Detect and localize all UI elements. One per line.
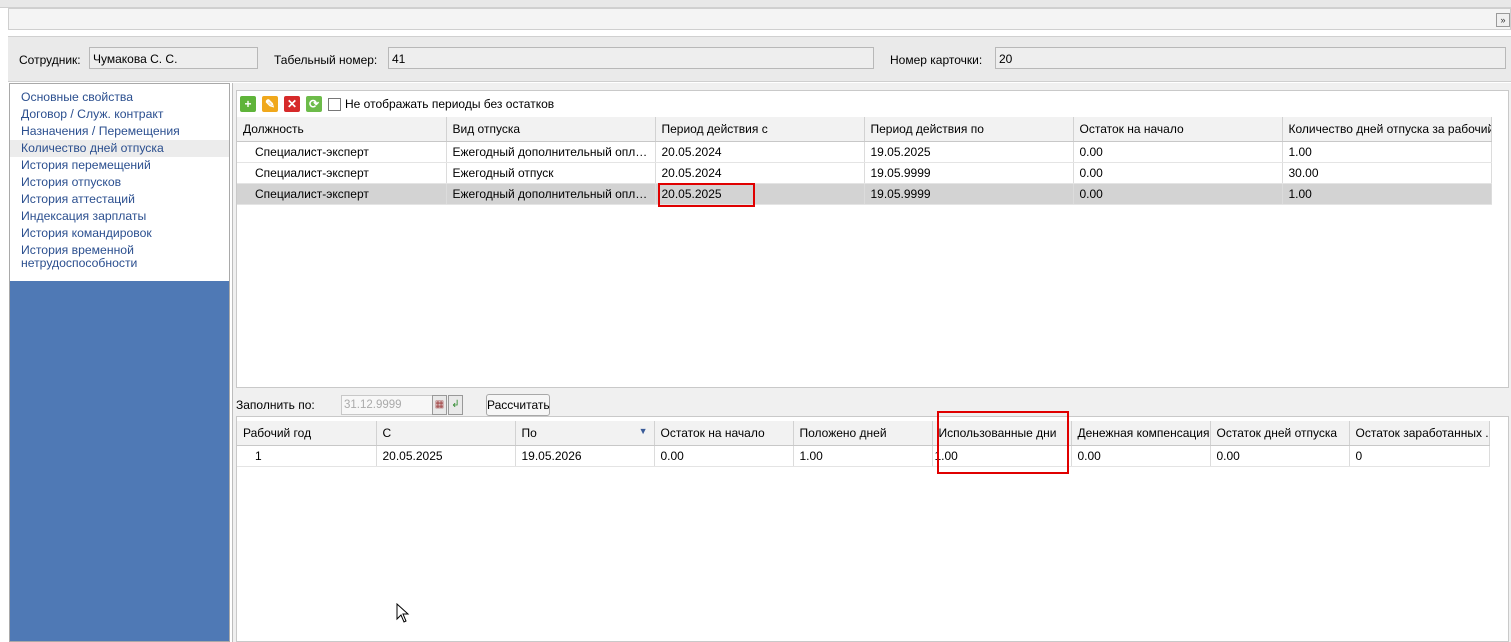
col-position[interactable]: Должность <box>237 117 447 142</box>
window-top-edge <box>0 0 1511 8</box>
top-table-header: Должность Вид отпуска Период действия с … <box>237 117 1492 142</box>
edit-icon[interactable]: ✎ <box>262 96 278 112</box>
cell: 20.05.2025 <box>655 183 865 205</box>
calendar-icon[interactable]: ▦ <box>432 395 447 415</box>
sidebar-item-sick-leave-history[interactable]: История временной нетрудоспособности <box>10 242 160 269</box>
sidebar-item-contract[interactable]: Договор / Служ. контракт <box>10 106 229 123</box>
card-no-field[interactable]: 20 <box>995 47 1506 69</box>
table-row[interactable]: Специалист-эксперт Ежегодный отпуск 20.0… <box>237 162 1492 184</box>
refresh-icon[interactable]: ⟳ <box>306 96 322 112</box>
sidebar-item-salary-indexation[interactable]: Индексация зарплаты <box>10 208 229 225</box>
sidebar-item-business-trips[interactable]: История командировок <box>10 225 229 242</box>
cell: 0.00 <box>654 445 794 467</box>
col-to-label: По <box>521 425 537 440</box>
cell: 20.05.2024 <box>655 162 865 184</box>
main-panel: + ✎ ✕ ⟳ Не отображать периоды без остатк… <box>232 83 1511 642</box>
calendar-apply-icon[interactable]: ↲ <box>448 395 463 415</box>
sidebar-item-vacation-history[interactable]: История отпусков <box>10 174 229 191</box>
mouse-pointer-icon <box>396 603 410 623</box>
col-earned-balance[interactable]: Остаток заработанных ... <box>1349 421 1490 446</box>
grid-toolbar: + ✎ ✕ ⟳ Не отображать периоды без остатк… <box>240 95 554 113</box>
cell: Ежегодный отпуск <box>446 162 656 184</box>
col-to[interactable]: По ▼ <box>515 421 655 446</box>
tab-no-label: Табельный номер: <box>274 53 378 67</box>
table-row[interactable]: 1 20.05.2025 19.05.2026 0.00 1.00 1.00 0… <box>237 445 1490 467</box>
employee-label: Сотрудник: <box>19 53 81 67</box>
fill-label: Заполнить по: <box>236 398 315 412</box>
sidebar-item-main-properties[interactable]: Основные свойства <box>10 89 229 106</box>
cell: 0.00 <box>1071 445 1211 467</box>
col-vacation-type[interactable]: Вид отпуска <box>446 117 656 142</box>
cell: 1.00 <box>793 445 933 467</box>
cell: 19.05.9999 <box>864 183 1074 205</box>
cell: Специалист-эксперт <box>237 162 447 184</box>
hide-periods-checkbox[interactable] <box>328 97 341 111</box>
cell: Ежегодный дополнительный оплачи... <box>446 183 656 205</box>
hide-periods-label: Не отображать периоды без остатков <box>345 97 555 111</box>
sidebar: Основные свойства Договор / Служ. контра… <box>9 83 230 642</box>
sidebar-item-assignments[interactable]: Назначения / Перемещения <box>10 123 229 140</box>
cell: 0.00 <box>1073 162 1283 184</box>
cell: Специалист-эксперт <box>237 141 447 163</box>
bottom-table-header: Рабочий год С По ▼ Остаток на начало Поло… <box>237 421 1490 446</box>
cell: 1.00 <box>1282 183 1492 205</box>
calculate-button[interactable]: Рассчитать <box>486 394 550 416</box>
cell: Специалист-эксперт <box>237 183 447 205</box>
col-period-from[interactable]: Период действия с <box>655 117 865 142</box>
col-period-to[interactable]: Период действия по <box>864 117 1074 142</box>
sidebar-list: Основные свойства Договор / Служ. контра… <box>10 84 229 281</box>
sidebar-item-vacation-days[interactable]: Количество дней отпуска <box>10 140 229 157</box>
top-table: Должность Вид отпуска Период действия с … <box>237 117 1492 205</box>
card-no-label: Номер карточки: <box>890 53 983 67</box>
cell: 0.00 <box>1210 445 1350 467</box>
working-years-grid: Рабочий год С По ▼ Остаток на начало Поло… <box>236 411 1509 642</box>
col-used-days[interactable]: Использованные дни <box>932 421 1072 446</box>
col-balance-start[interactable]: Остаток на начало <box>1073 117 1283 142</box>
fill-bar: Заполнить по: 31.12.9999 ▦ ↲ Рассчитать <box>233 388 1511 418</box>
cell: 30.00 <box>1282 162 1492 184</box>
table-row-selected[interactable]: Специалист-эксперт Ежегодный дополнитель… <box>237 183 1492 205</box>
employee-field[interactable]: Чумакова С. С. <box>89 47 258 69</box>
col-working-year[interactable]: Рабочий год <box>237 421 377 446</box>
col-days-per-year[interactable]: Количество дней отпуска за рабочий... <box>1282 117 1492 142</box>
col-compensation[interactable]: Денежная компенсация <box>1071 421 1211 446</box>
cell: 0.00 <box>1073 183 1283 205</box>
col-balance-days[interactable]: Остаток дней отпуска <box>1210 421 1350 446</box>
cell: 0 <box>1349 445 1490 467</box>
vacation-periods-grid: + ✎ ✕ ⟳ Не отображать периоды без остатк… <box>236 90 1509 388</box>
cell: 0.00 <box>1073 141 1283 163</box>
double-chevron-right-icon[interactable]: » <box>1496 13 1510 27</box>
cell: 19.05.2026 <box>515 445 655 467</box>
tab-no-field[interactable]: 41 <box>388 47 874 69</box>
cell: 19.05.9999 <box>864 162 1074 184</box>
cell: 1.00 <box>1282 141 1492 163</box>
cell: 19.05.2025 <box>864 141 1074 163</box>
sidebar-item-attestation-history[interactable]: История аттестаций <box>10 191 229 208</box>
col-balance-start[interactable]: Остаток на начало <box>654 421 794 446</box>
employee-header: Сотрудник: Чумакова С. С. Табельный номе… <box>8 36 1511 82</box>
top-toolstrip: » <box>8 8 1511 30</box>
cell: 20.05.2025 <box>376 445 516 467</box>
cell: 1.00 <box>932 445 1072 467</box>
fill-date-input[interactable]: 31.12.9999 <box>341 395 433 415</box>
add-icon[interactable]: + <box>240 96 256 112</box>
cell: 1 <box>237 445 377 467</box>
cell: Ежегодный дополнительный оплачи... <box>446 141 656 163</box>
sidebar-item-transfer-history[interactable]: История перемещений <box>10 157 229 174</box>
delete-icon[interactable]: ✕ <box>284 96 300 112</box>
chevron-down-icon[interactable]: ▼ <box>639 426 648 436</box>
table-row[interactable]: Специалист-эксперт Ежегодный дополнитель… <box>237 141 1492 163</box>
col-entitled-days[interactable]: Положено дней <box>793 421 933 446</box>
cell: 20.05.2024 <box>655 141 865 163</box>
bottom-table: Рабочий год С По ▼ Остаток на начало Поло… <box>237 421 1490 467</box>
col-from[interactable]: С <box>376 421 516 446</box>
